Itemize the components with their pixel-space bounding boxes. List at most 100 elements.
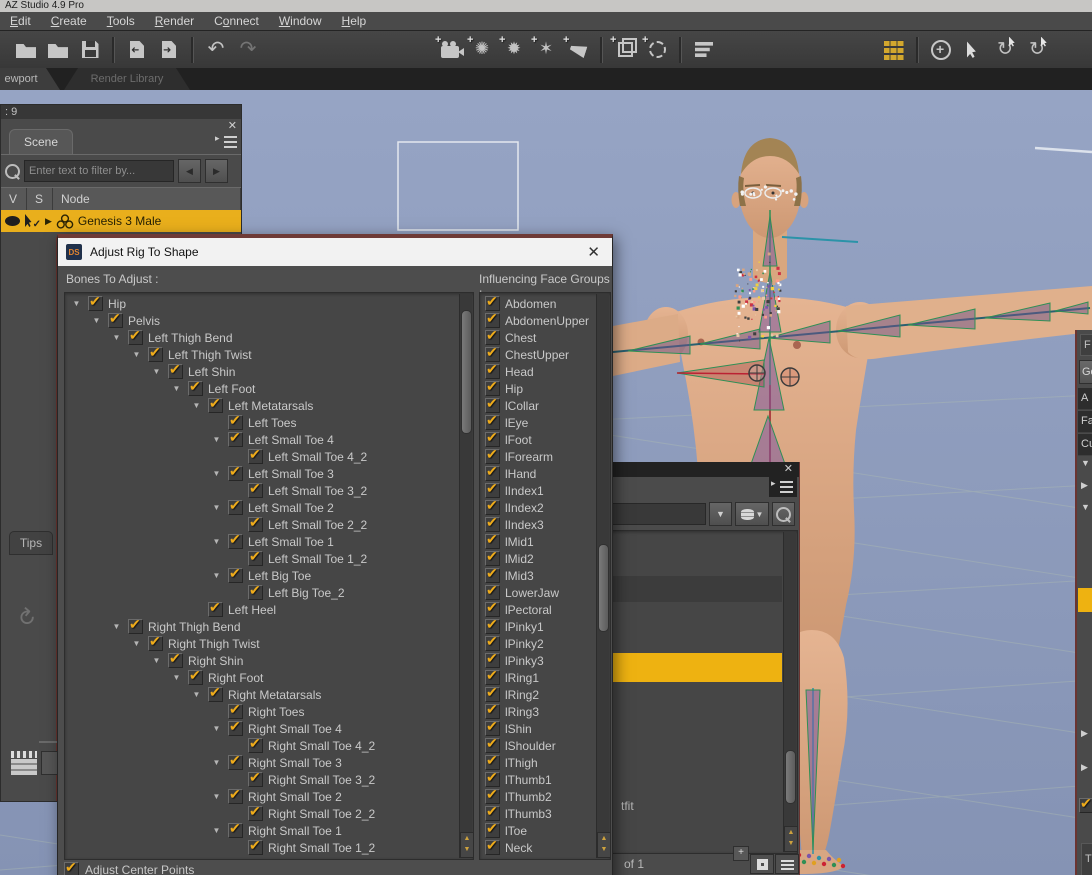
bone-row[interactable]: ▼ Pelvis bbox=[66, 310, 459, 329]
face-group-row[interactable]: AbdomenUpper bbox=[481, 310, 596, 329]
expand-arrow-icon[interactable]: ▼ bbox=[210, 469, 223, 478]
expand-arrow-icon[interactable]: ▼ bbox=[1081, 502, 1090, 512]
scene-node-row-selected[interactable]: ▶ Genesis 3 Male bbox=[1, 210, 241, 232]
new-primitive-icon[interactable] bbox=[610, 34, 638, 63]
face-group-checkbox-checked[interactable] bbox=[485, 429, 500, 447]
face-group-checkbox-checked[interactable] bbox=[485, 295, 500, 311]
face-group-checkbox-checked[interactable] bbox=[485, 820, 500, 838]
expand-arrow-icon[interactable]: ▼ bbox=[210, 758, 223, 767]
bone-checkbox-checked[interactable] bbox=[228, 701, 243, 719]
grid-view-button[interactable] bbox=[750, 854, 774, 874]
face-group-checkbox-checked[interactable] bbox=[485, 650, 500, 668]
bone-checkbox-checked[interactable] bbox=[228, 752, 243, 770]
bone-row[interactable]: ▼ Right Thigh Bend bbox=[66, 616, 459, 635]
bone-row[interactable]: ▼Left Toes bbox=[66, 412, 459, 431]
bone-checkbox-checked[interactable] bbox=[248, 480, 263, 498]
window-titlebar[interactable]: AZ Studio 4.9 Pro bbox=[0, 0, 1092, 12]
bone-checkbox-checked[interactable] bbox=[248, 582, 263, 600]
face-group-row[interactable]: lToe bbox=[481, 820, 596, 839]
new-distant-light-icon[interactable] bbox=[467, 34, 495, 63]
face-group-row[interactable]: Hip bbox=[481, 378, 596, 397]
face-group-row[interactable]: lEye bbox=[481, 412, 596, 431]
open-file-icon[interactable] bbox=[13, 37, 39, 63]
menu-help[interactable]: Help bbox=[332, 14, 377, 28]
face-group-checkbox-checked[interactable] bbox=[485, 480, 500, 498]
menu-create[interactable]: Create bbox=[41, 14, 97, 28]
face-group-checkbox-checked[interactable] bbox=[485, 752, 500, 770]
bone-checkbox-checked[interactable] bbox=[208, 599, 223, 617]
bone-row[interactable]: ▼ Left Metatarsals bbox=[66, 395, 459, 414]
tab-viewport[interactable]: ewport bbox=[0, 68, 60, 90]
tab-parameters[interactable]: F bbox=[1080, 334, 1092, 356]
filter-dropdown-button[interactable]: ▼ bbox=[709, 502, 732, 526]
bone-row[interactable]: ▼ Left Foot bbox=[66, 378, 459, 397]
general-button[interactable]: Ge bbox=[1079, 360, 1092, 384]
expand-arrow-icon[interactable]: ▶ bbox=[1081, 480, 1088, 491]
face-group-row[interactable]: lIndex2 bbox=[481, 497, 596, 516]
bone-row[interactable]: ▼Left Small Toe 1_2 bbox=[66, 548, 459, 567]
bone-checkbox-checked[interactable] bbox=[248, 769, 263, 787]
bone-checkbox-checked[interactable] bbox=[248, 735, 263, 753]
face-group-checkbox-checked[interactable] bbox=[485, 633, 500, 651]
face-group-checkbox-checked[interactable] bbox=[485, 310, 500, 328]
face-group-checkbox-checked[interactable] bbox=[485, 718, 500, 736]
import-icon[interactable] bbox=[124, 37, 150, 63]
bone-checkbox-checked[interactable] bbox=[208, 684, 223, 702]
close-icon[interactable]: ✕ bbox=[228, 120, 237, 132]
bone-row[interactable]: ▼ Left Big Toe bbox=[66, 565, 459, 584]
face-group-checkbox-checked[interactable] bbox=[485, 684, 500, 702]
bone-row[interactable]: ▼ Left Small Toe 3 bbox=[66, 463, 459, 482]
face-group-row[interactable]: lFoot bbox=[481, 429, 596, 448]
scene-filter-input[interactable] bbox=[24, 160, 174, 182]
face-group-checkbox-checked[interactable] bbox=[485, 803, 500, 821]
face-group-row[interactable]: lRing1 bbox=[481, 667, 596, 686]
face-group-checkbox-checked[interactable] bbox=[485, 497, 500, 515]
column-visible[interactable]: V bbox=[1, 188, 27, 210]
expand-arrow-icon[interactable]: ▶ bbox=[45, 216, 52, 227]
face-group-row[interactable]: lForearm bbox=[481, 446, 596, 465]
face-group-row[interactable]: lPinky2 bbox=[481, 633, 596, 652]
face-group-row[interactable]: lRing3 bbox=[481, 701, 596, 720]
bone-checkbox-checked[interactable] bbox=[228, 565, 243, 583]
face-group-row[interactable]: lShoulder bbox=[481, 735, 596, 754]
face-group-checkbox-checked[interactable] bbox=[485, 514, 500, 532]
scrollbar-thumb[interactable] bbox=[598, 544, 609, 632]
bone-row[interactable]: ▼Right Small Toe 4_2 bbox=[66, 735, 459, 754]
bone-checkbox-checked[interactable] bbox=[248, 837, 263, 855]
face-group-checkbox-checked[interactable] bbox=[485, 701, 500, 719]
pane-handle-button[interactable] bbox=[41, 751, 58, 775]
dialog-titlebar[interactable]: DS Adjust Rig To Shape ✕ bbox=[58, 238, 612, 266]
tab-render-library[interactable]: Render Library bbox=[64, 68, 190, 90]
face-group-checkbox-checked[interactable] bbox=[485, 463, 500, 481]
bone-row[interactable]: ▼ Right Shin bbox=[66, 650, 459, 669]
bone-checkbox-checked[interactable] bbox=[228, 497, 243, 515]
face-group-row[interactable]: Neck bbox=[481, 837, 596, 856]
expand-arrow-icon[interactable]: ▼ bbox=[170, 673, 183, 682]
bone-row[interactable]: ▼ Left Small Toe 1 bbox=[66, 531, 459, 550]
expand-arrow-icon[interactable]: ▼ bbox=[170, 384, 183, 393]
expand-arrow-icon[interactable]: ▼ bbox=[150, 656, 163, 665]
tab-tool[interactable]: T bbox=[1081, 843, 1092, 875]
bone-row[interactable]: ▼ Left Small Toe 2 bbox=[66, 497, 459, 516]
expand-arrow-icon[interactable]: ▼ bbox=[210, 537, 223, 546]
tab-tips[interactable]: Tips bbox=[9, 531, 53, 555]
face-group-row[interactable]: Head bbox=[481, 361, 596, 380]
bone-checkbox-checked[interactable] bbox=[188, 667, 203, 685]
bone-row[interactable]: ▼ Right Metatarsals bbox=[66, 684, 459, 703]
pane-menu-icon[interactable] bbox=[215, 133, 237, 149]
face-group-checkbox-checked[interactable] bbox=[485, 616, 500, 634]
tab-scene[interactable]: Scene bbox=[9, 129, 73, 154]
face-group-row[interactable]: lMid2 bbox=[481, 548, 596, 567]
stack-bars-icon[interactable] bbox=[691, 37, 717, 63]
bone-checkbox-checked[interactable] bbox=[228, 531, 243, 549]
bone-checkbox-checked[interactable] bbox=[128, 327, 143, 345]
bone-row[interactable]: ▼Right Toes bbox=[66, 701, 459, 720]
bone-checkbox-checked[interactable] bbox=[148, 633, 163, 651]
bone-checkbox-checked[interactable] bbox=[248, 514, 263, 532]
merge-file-icon[interactable] bbox=[45, 37, 71, 63]
bone-checkbox-checked[interactable] bbox=[228, 786, 243, 804]
expand-arrow-icon[interactable]: ▼ bbox=[150, 367, 163, 376]
scrollbar-spinner[interactable]: ▲ ▼ bbox=[784, 826, 798, 852]
bone-row[interactable]: ▼ Left Shin bbox=[66, 361, 459, 380]
face-group-checkbox-checked[interactable] bbox=[485, 378, 500, 396]
